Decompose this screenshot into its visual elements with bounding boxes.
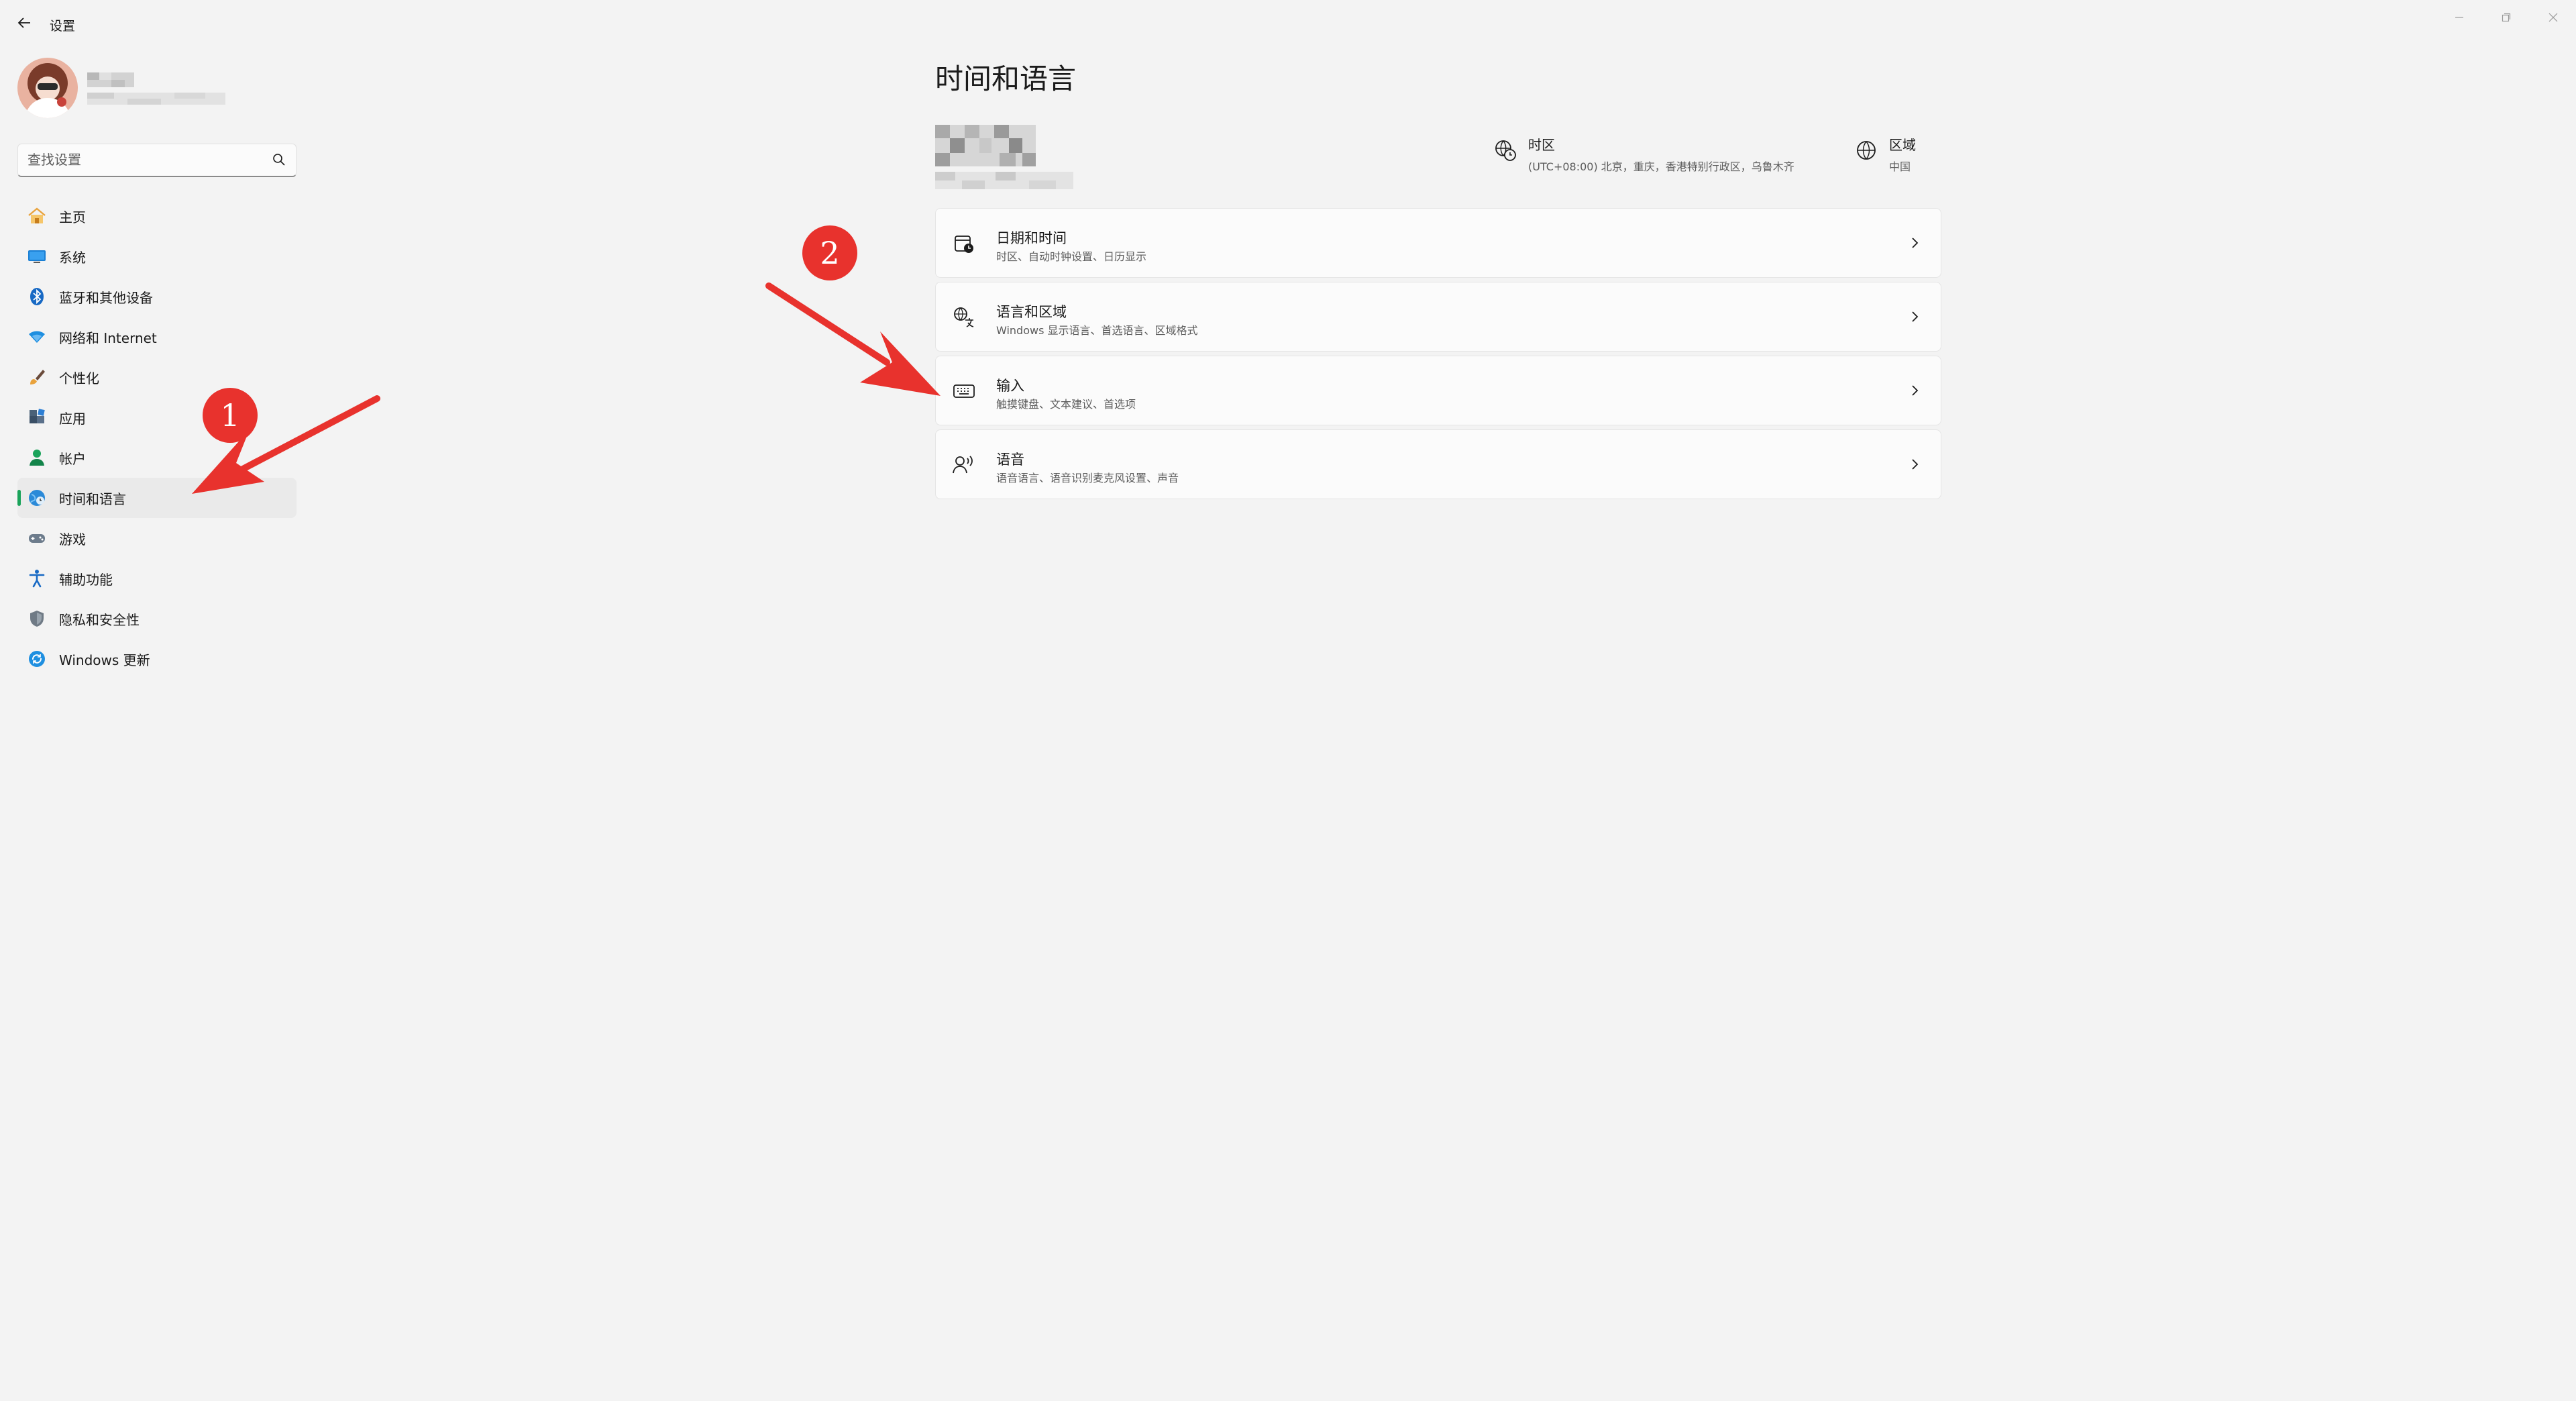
back-button[interactable]: [12, 11, 36, 35]
sidebar-item-label: 辅助功能: [59, 571, 113, 588]
sidebar-nav: 主页 系统 蓝牙和其他设备 网络和 Internet 个性化 应用 帐户 时间和…: [17, 196, 297, 679]
keyboard-icon: [951, 378, 977, 405]
timezone-value: (UTC+08:00) 北京，重庆，香港特别行政区，乌鲁木齐: [1528, 160, 1794, 173]
card-language-region[interactable]: 语言和区域 Windows 显示语言、首选语言、区域格式: [935, 282, 1941, 352]
current-date-redacted: [935, 172, 1073, 189]
minimize-button[interactable]: [2439, 4, 2479, 31]
sidebar-item-label: Windows 更新: [59, 652, 150, 668]
wifi-icon: [25, 325, 48, 348]
card-subtitle: 触摸键盘、文本建议、首选项: [996, 398, 1136, 411]
sidebar-item-label: 系统: [59, 249, 86, 266]
sidebar-item-accounts[interactable]: 帐户: [17, 437, 297, 478]
close-icon: [2548, 13, 2558, 22]
timezone-info: 时区 (UTC+08:00) 北京，重庆，香港特别行政区，乌鲁木齐: [1492, 134, 1794, 174]
card-subtitle: 时区、自动时钟设置、日历显示: [996, 250, 1147, 263]
timezone-icon: [1492, 137, 1519, 164]
apps-icon: [25, 406, 48, 429]
sidebar-item-label: 时间和语言: [59, 490, 126, 507]
annotation-arrow-2: [765, 282, 941, 396]
sidebar-item-network[interactable]: 网络和 Internet: [17, 317, 297, 357]
chevron-right-icon: [1906, 456, 1923, 473]
sidebar-item-label: 隐私和安全性: [59, 611, 140, 628]
display-icon: [25, 245, 48, 268]
globe-icon: [1853, 137, 1880, 164]
maximize-button[interactable]: [2486, 4, 2526, 31]
active-indicator: [17, 490, 21, 506]
settings-list: 日期和时间 时区、自动时钟设置、日历显示 语言和区域 Windows 显示语言、…: [935, 208, 1941, 503]
sidebar-item-label: 帐户: [59, 450, 86, 467]
gamepad-icon: [25, 527, 48, 550]
region-title: 区域: [1889, 137, 1916, 153]
sidebar-item-windows-update[interactable]: Windows 更新: [17, 639, 297, 679]
card-title: 日期和时间: [996, 230, 1067, 246]
card-title: 语音: [996, 452, 1024, 468]
current-time-redacted: [935, 125, 1036, 166]
close-button[interactable]: [2533, 4, 2573, 31]
globe-clock-icon: [25, 486, 48, 509]
update-icon: [25, 647, 48, 670]
search-input[interactable]: [28, 144, 269, 175]
speech-icon: [951, 452, 977, 478]
sidebar-item-time-language[interactable]: 时间和语言: [17, 478, 297, 518]
chevron-right-icon: [1906, 308, 1923, 325]
sidebar-item-label: 个性化: [59, 370, 99, 386]
sidebar-item-privacy[interactable]: 隐私和安全性: [17, 599, 297, 639]
card-speech[interactable]: 语音 语音语言、语音识别麦克风设置、声音: [935, 429, 1941, 499]
sidebar-item-gaming[interactable]: 游戏: [17, 518, 297, 558]
card-date-time[interactable]: 日期和时间 时区、自动时钟设置、日历显示: [935, 208, 1941, 278]
maximize-icon: [2502, 13, 2511, 22]
sidebar-item-home[interactable]: 主页: [17, 196, 297, 236]
step-badge-1: 1: [203, 388, 258, 443]
user-name-redacted: [87, 72, 134, 87]
sidebar-item-label: 游戏: [59, 531, 86, 548]
language-icon: [951, 304, 977, 331]
home-icon: [25, 205, 48, 227]
card-title: 输入: [996, 378, 1024, 394]
sidebar-item-label: 蓝牙和其他设备: [59, 289, 153, 306]
search-icon[interactable]: [272, 152, 286, 167]
sidebar-item-system[interactable]: 系统: [17, 236, 297, 276]
brush-icon: [25, 366, 48, 388]
page-title: 时间和语言: [935, 62, 1077, 95]
sidebar-item-label: 网络和 Internet: [59, 329, 157, 346]
account-icon: [25, 446, 48, 469]
sidebar-item-bluetooth[interactable]: 蓝牙和其他设备: [17, 276, 297, 317]
card-typing[interactable]: 输入 触摸键盘、文本建议、首选项: [935, 356, 1941, 425]
back-arrow-icon: [17, 17, 30, 28]
minimize-icon: [2455, 17, 2463, 18]
sidebar-item-personalization[interactable]: 个性化: [17, 357, 297, 397]
search-box[interactable]: [17, 144, 297, 177]
card-subtitle: 语音语言、语音识别麦克风设置、声音: [996, 472, 1179, 484]
chevron-right-icon: [1906, 234, 1923, 252]
calendar-clock-icon: [951, 230, 977, 257]
step-badge-2: 2: [802, 225, 857, 280]
avatar: [17, 58, 78, 118]
chevron-right-icon: [1906, 382, 1923, 399]
sidebar-item-label: 应用: [59, 410, 86, 427]
accessibility-icon: [25, 567, 48, 590]
user-profile[interactable]: [17, 58, 286, 119]
shield-icon: [25, 607, 48, 630]
app-title: 设置: [50, 19, 76, 34]
region-value: 中国: [1889, 160, 1911, 173]
user-email-redacted: [87, 93, 225, 105]
card-title: 语言和区域: [996, 304, 1067, 320]
title-bar: 设置: [0, 0, 2576, 47]
card-subtitle: Windows 显示语言、首选语言、区域格式: [996, 324, 1198, 337]
sidebar-item-accessibility[interactable]: 辅助功能: [17, 558, 297, 599]
sidebar-item-label: 主页: [59, 209, 86, 225]
timezone-title: 时区: [1528, 137, 1555, 153]
bluetooth-icon: [25, 285, 48, 308]
region-info: 区域 中国: [1853, 134, 1916, 174]
